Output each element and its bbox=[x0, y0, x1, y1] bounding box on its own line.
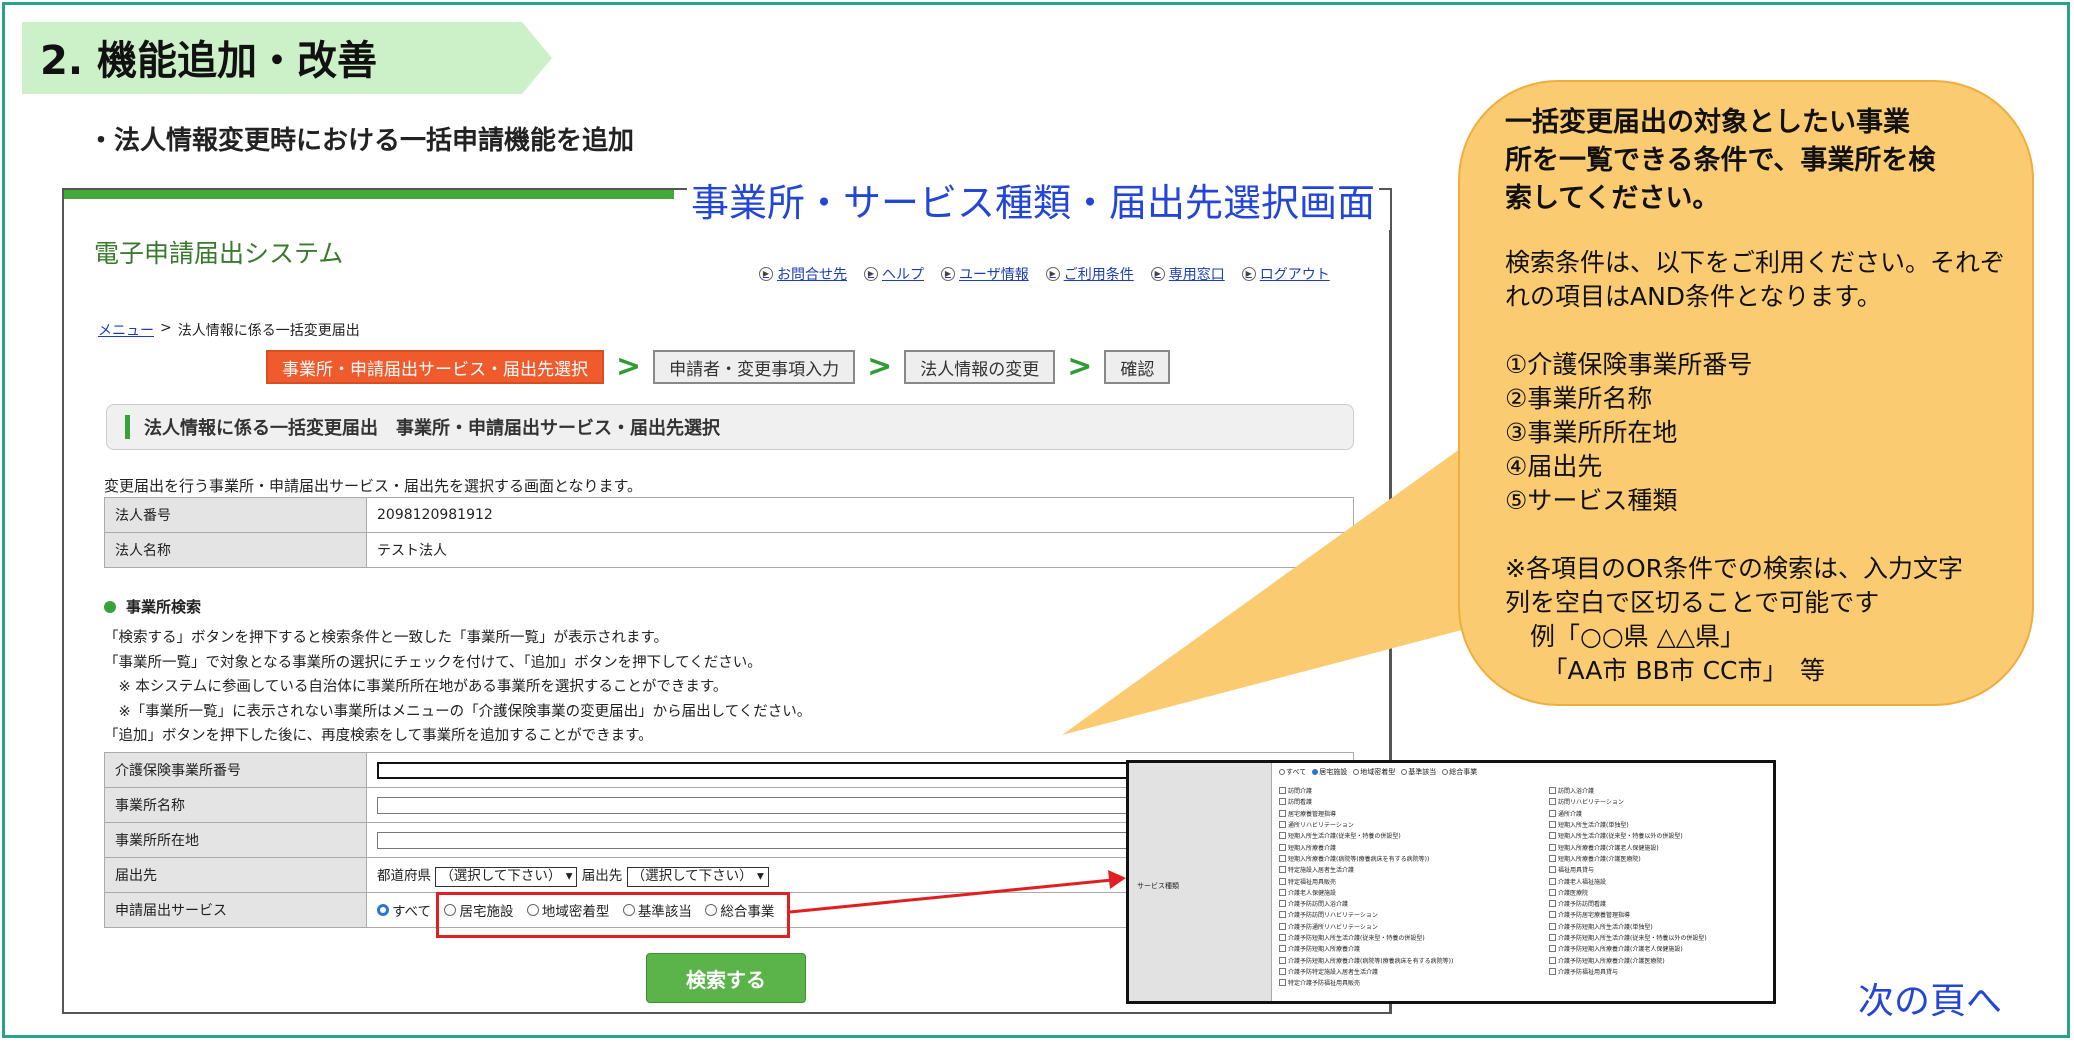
callout-heading: 一括変更届出の対象としたい事業 所を一覧できる条件で、事業所を検 索してください… bbox=[1505, 104, 2005, 218]
callout-heading-line: 所を一覧できる条件で、事業所を検 bbox=[1505, 145, 1936, 176]
callout-line: 列を空白で区切ることで可能です bbox=[1505, 588, 1880, 617]
callout-condition-list: ①介護保険事業所番号 ②事業所名称 ③事業所所在地 ④届出先 ⑤サービス種類 bbox=[1505, 348, 2005, 518]
condition-item: ③事業所所在地 bbox=[1505, 418, 1678, 447]
callout-heading-line: 一括変更届出の対象としたい事業 bbox=[1505, 107, 1910, 138]
condition-item: ④届出先 bbox=[1505, 452, 1603, 481]
next-page-link[interactable]: 次の頁へ bbox=[1858, 972, 2002, 1024]
condition-item: ②事業所名称 bbox=[1505, 384, 1653, 413]
callout-line: 例「○○県 △△県」 bbox=[1505, 622, 1746, 651]
callout-line: ※各項目のOR条件での検索は、入力文字 bbox=[1505, 554, 1963, 583]
callout-text: 一括変更届出の対象としたい事業 所を一覧できる条件で、事業所を検 索してください… bbox=[1505, 104, 2005, 688]
callout-line: れの項目はAND条件となります。 bbox=[1505, 282, 1882, 311]
bubble-tail-shape bbox=[1062, 420, 1500, 735]
callout-cond-intro: 検索条件は、以下をご利用ください。それぞ れの項目はAND条件となります。 bbox=[1505, 246, 2005, 314]
condition-item: ⑤サービス種類 bbox=[1505, 486, 1678, 515]
callout-line: 「AA市 BB市 CC市」 等 bbox=[1505, 656, 1826, 685]
callout-heading-line: 索してください。 bbox=[1505, 183, 1720, 214]
condition-item: ①介護保険事業所番号 bbox=[1505, 350, 1753, 379]
callout-note: ※各項目のOR条件での検索は、入力文字 列を空白で区切ることで可能です 例「○○… bbox=[1505, 552, 2005, 688]
callout-line: 検索条件は、以下をご利用ください。それぞ bbox=[1505, 248, 2006, 277]
